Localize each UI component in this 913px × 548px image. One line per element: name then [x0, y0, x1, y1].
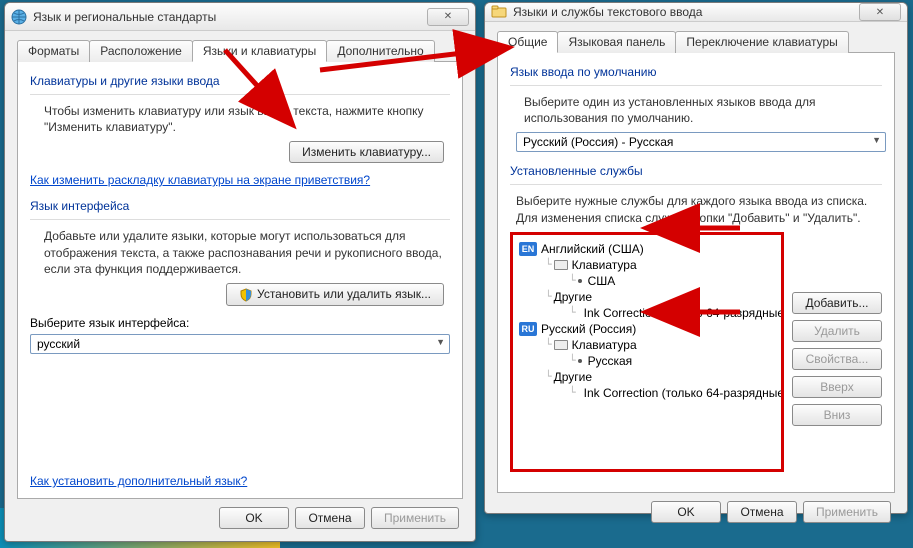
tab-location[interactable]: Расположение — [89, 40, 193, 62]
group-keyboards-body: Чтобы изменить клавиатуру или язык ввода… — [30, 101, 450, 141]
keyboard-icon — [554, 340, 568, 350]
tree-ru-kb-russian[interactable]: └Русская — [519, 353, 775, 369]
tree-ru-ink[interactable]: └Ink Correction (только 64-разрядные) — [519, 385, 775, 401]
window-text-services: Языки и службы текстового ввода ✕ Общие … — [484, 2, 908, 514]
group-default-lang-body: Выберите один из установленных языков вв… — [510, 92, 882, 132]
cancel-button[interactable]: Отмена — [295, 507, 365, 529]
tree-ru-other[interactable]: └Другие — [519, 369, 775, 385]
globe-icon — [11, 9, 27, 25]
tree-en-other[interactable]: └Другие — [519, 289, 775, 305]
group-installed-services-title: Установленные службы — [510, 162, 882, 182]
move-up-button[interactable]: Вверх — [792, 376, 882, 398]
close-button[interactable]: ✕ — [859, 3, 901, 21]
properties-button[interactable]: Свойства... — [792, 348, 882, 370]
tab-panel: Клавиатуры и другие языки ввода Чтобы из… — [17, 62, 463, 499]
shield-icon — [239, 288, 253, 302]
dialog-buttons: OK Отмена Применить — [17, 499, 463, 531]
tree-en-kb-us[interactable]: └США — [519, 273, 775, 289]
keyboard-icon — [554, 260, 568, 270]
select-ui-lang-label: Выберите язык интерфейса: — [30, 316, 450, 330]
tree-en-ink[interactable]: └Ink Correction (только 64-разрядные) — [519, 305, 775, 321]
window-region-language: Язык и региональные стандарты ✕ Форматы … — [4, 2, 476, 542]
apply-button[interactable]: Применить — [371, 507, 459, 529]
tree-lang-en[interactable]: ENАнглийский (США) — [519, 241, 775, 257]
tree-ru-keyboard[interactable]: └Клавиатура — [519, 337, 775, 353]
tab-general[interactable]: Общие — [497, 31, 558, 53]
dialog-buttons: OK Отмена Применить — [497, 493, 895, 525]
add-button[interactable]: Добавить... — [792, 292, 882, 314]
tab-advanced[interactable]: Дополнительно — [326, 40, 434, 62]
remove-button[interactable]: Удалить — [792, 320, 882, 342]
cancel-button[interactable]: Отмена — [727, 501, 797, 523]
tabs-text-services: Общие Языковая панель Переключение клави… — [497, 30, 895, 53]
en-badge-icon: EN — [519, 242, 537, 256]
apply-button[interactable]: Применить — [803, 501, 891, 523]
group-ui-lang-title: Язык интерфейса — [30, 197, 450, 217]
titlebar: Язык и региональные стандарты ✕ — [5, 3, 475, 31]
link-install-additional[interactable]: Как установить дополнительный язык? — [30, 474, 247, 488]
select-ui-language[interactable]: русский — [30, 334, 450, 354]
tab-formats[interactable]: Форматы — [17, 40, 90, 62]
group-ui-lang-body: Добавьте или удалите языки, которые могу… — [30, 226, 450, 283]
keyboard-folder-icon — [491, 4, 507, 20]
select-default-input-language[interactable]: Русский (Россия) - Русская — [516, 132, 886, 152]
tree-lang-ru[interactable]: RUРусский (Россия) — [519, 321, 775, 337]
install-remove-language-button[interactable]: Установить или удалить язык... — [226, 283, 444, 306]
tabs-region: Форматы Расположение Языки и клавиатуры … — [17, 39, 463, 62]
tab-panel: Язык ввода по умолчанию Выберите один из… — [497, 53, 895, 493]
change-keyboard-button[interactable]: Изменить клавиатуру... — [289, 141, 444, 163]
tree-en-keyboard[interactable]: └Клавиатура — [519, 257, 775, 273]
ok-button[interactable]: OK — [219, 507, 289, 529]
ru-badge-icon: RU — [519, 322, 537, 336]
window-title: Языки и службы текстового ввода — [513, 5, 859, 19]
tab-keyboard-switch[interactable]: Переключение клавиатуры — [675, 31, 848, 53]
group-keyboards-title: Клавиатуры и другие языки ввода — [30, 72, 450, 92]
ok-button[interactable]: OK — [651, 501, 721, 523]
group-installed-services-body: Выберите нужные службы для каждого языка… — [510, 191, 882, 231]
titlebar: Языки и службы текстового ввода ✕ — [485, 3, 907, 22]
move-down-button[interactable]: Вниз — [792, 404, 882, 426]
group-default-lang-title: Язык ввода по умолчанию — [510, 63, 882, 83]
tab-languages-keyboards[interactable]: Языки и клавиатуры — [192, 40, 327, 62]
installed-services-tree[interactable]: ENАнглийский (США) └Клавиатура └США └Дру… — [510, 232, 784, 472]
window-title: Язык и региональные стандарты — [33, 10, 427, 24]
link-change-layout-welcome[interactable]: Как изменить раскладку клавиатуры на экр… — [30, 173, 370, 187]
tab-language-bar[interactable]: Языковая панель — [557, 31, 676, 53]
close-button[interactable]: ✕ — [427, 8, 469, 26]
